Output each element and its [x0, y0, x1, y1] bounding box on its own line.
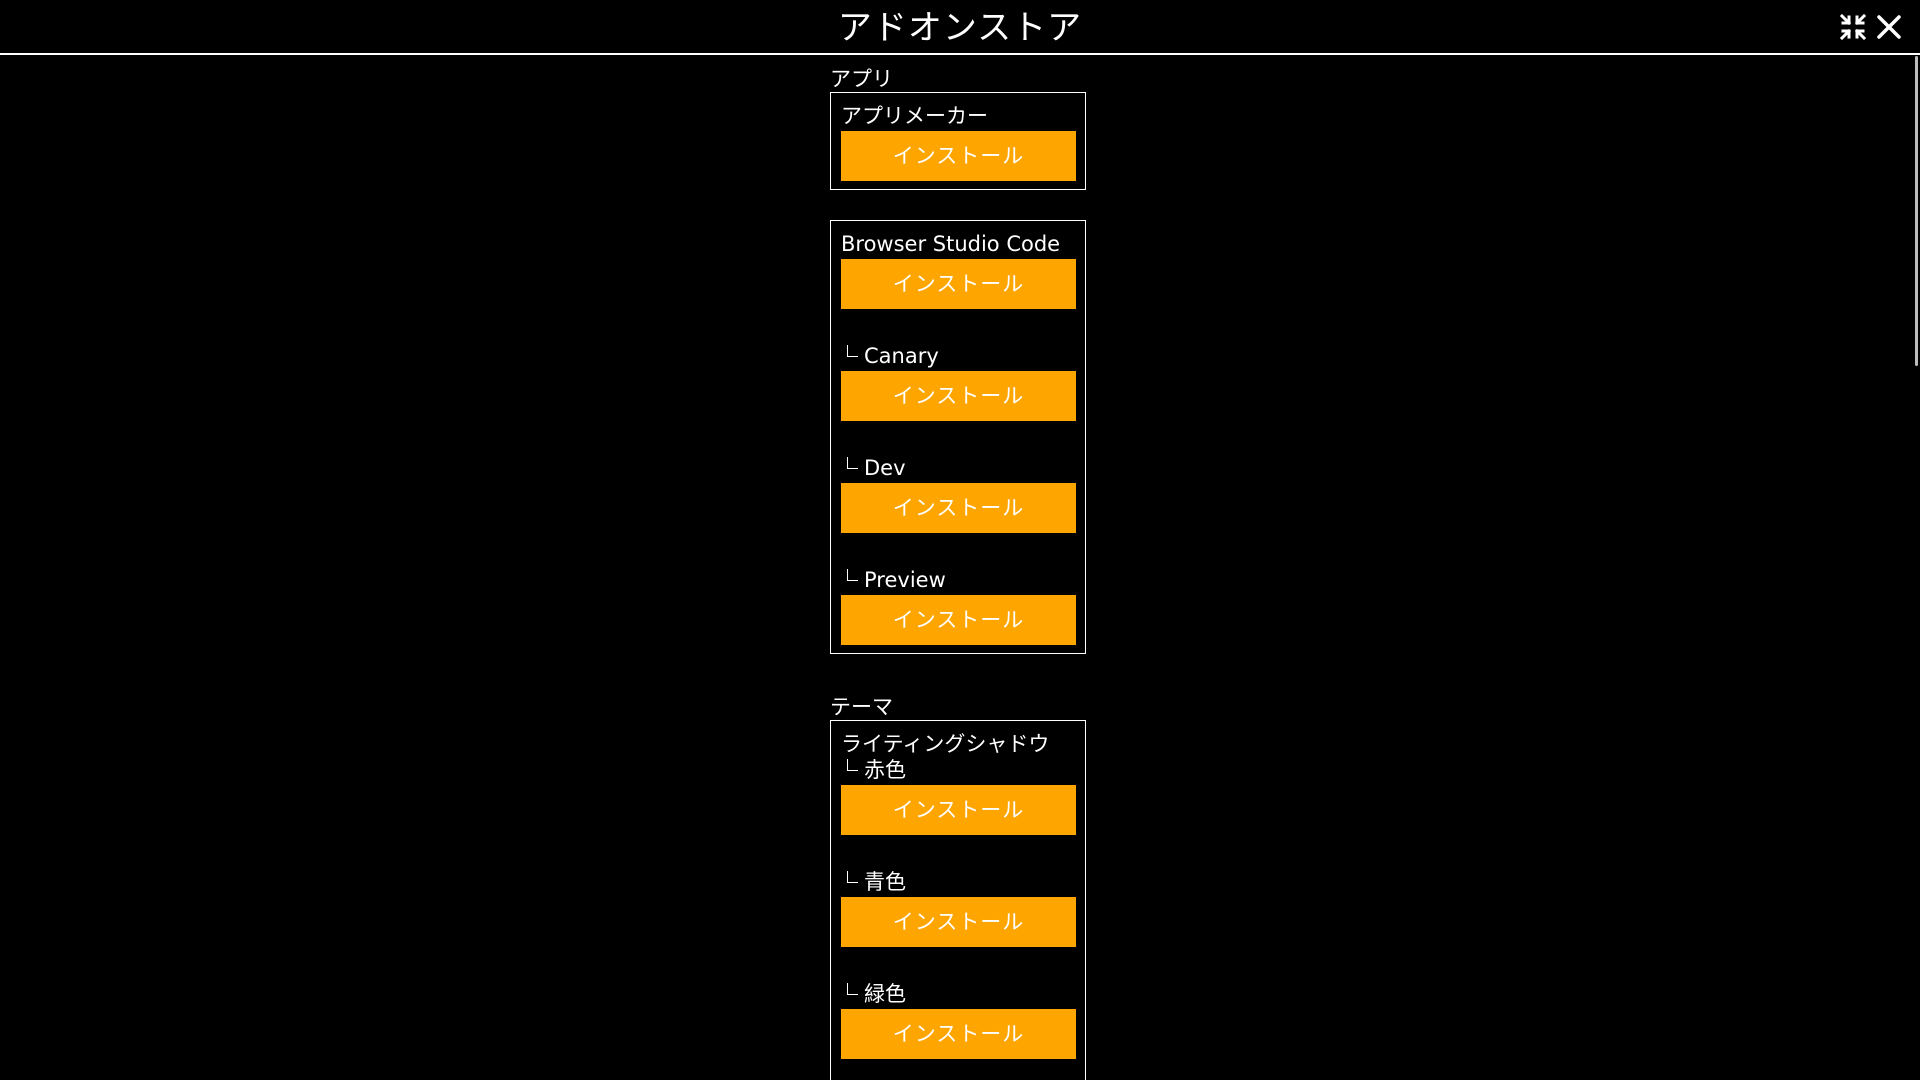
addon-name: Browser Studio Code: [841, 232, 1061, 256]
install-button[interactable]: インストール: [841, 595, 1076, 645]
variant-name: 赤色: [841, 757, 1075, 783]
variant-name: Preview: [841, 567, 1075, 593]
addon-card-browser-studio-code: Browser Studio Code インストール Canary インストール…: [830, 220, 1086, 654]
variant-label: Canary: [864, 344, 939, 368]
addon-name: ライティングシャドウ: [841, 732, 1050, 756]
scrollbar[interactable]: [1912, 56, 1920, 1080]
addon-name: アプリメーカー: [841, 104, 988, 128]
shrink-button[interactable]: [1838, 12, 1868, 42]
branch-icon: [847, 569, 858, 581]
shrink-icon: [1839, 13, 1867, 41]
branch-icon: [847, 871, 858, 883]
variant-label: Preview: [864, 568, 946, 592]
variant-name: 青色: [841, 869, 1075, 895]
addon-store-window: アドオンストア アプリ アプリメーカー インストール Browser Studi…: [0, 0, 1920, 1080]
addon-list: アプリ アプリメーカー インストール Browser Studio Code イ…: [830, 66, 1090, 1080]
variant-name: Canary: [841, 343, 1075, 369]
addon-card-app-maker: アプリメーカー インストール: [830, 92, 1086, 190]
addon-card-lighting-shadow: ライティングシャドウ 赤色 インストール 青色 インストール 緑色 インストール: [830, 720, 1086, 1080]
install-button[interactable]: インストール: [841, 1009, 1076, 1059]
branch-icon: [847, 983, 858, 995]
install-button[interactable]: インストール: [841, 483, 1076, 533]
variant-name: 緑色: [841, 981, 1075, 1007]
branch-icon: [847, 759, 858, 771]
title-bar: アドオンストア: [0, 0, 1920, 55]
variant-label: 青色: [864, 870, 906, 894]
section-label-themes: テーマ: [830, 695, 893, 719]
install-button[interactable]: インストール: [841, 131, 1076, 181]
variant-label: Dev: [864, 456, 906, 480]
branch-icon: [847, 457, 858, 469]
window-title: アドオンストア: [837, 8, 1083, 48]
variant-label: 緑色: [864, 982, 906, 1006]
install-button[interactable]: インストール: [841, 259, 1076, 309]
install-button[interactable]: インストール: [841, 785, 1076, 835]
close-icon: [1877, 15, 1901, 39]
branch-icon: [847, 345, 858, 357]
close-button[interactable]: [1874, 12, 1904, 42]
install-button[interactable]: インストール: [841, 371, 1076, 421]
install-button[interactable]: インストール: [841, 897, 1076, 947]
variant-name: Dev: [841, 455, 1075, 481]
scrollbar-thumb[interactable]: [1915, 56, 1918, 366]
section-label-apps: アプリ: [830, 67, 893, 91]
variant-label: 赤色: [864, 758, 906, 782]
